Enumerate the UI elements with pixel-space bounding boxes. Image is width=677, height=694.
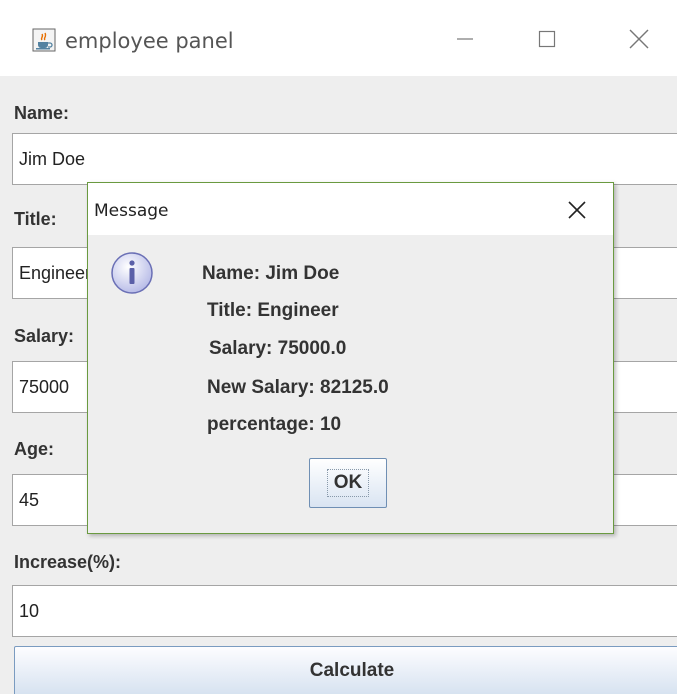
- message-line-new-salary: New Salary: 82125.0: [207, 377, 389, 398]
- window-titlebar[interactable]: employee panel: [0, 0, 677, 76]
- minimize-icon: [457, 38, 473, 40]
- title-label: Title:: [14, 209, 57, 229]
- close-button[interactable]: [619, 21, 659, 57]
- increase-label: Increase(%):: [14, 552, 122, 572]
- name-field[interactable]: Jim Doe: [12, 133, 677, 185]
- minimize-button[interactable]: [445, 21, 485, 57]
- calculate-button[interactable]: Calculate: [14, 646, 677, 694]
- maximize-button[interactable]: [527, 21, 567, 57]
- message-dialog: Message Name: Jim Doe Title: Engineer Sa…: [87, 182, 614, 534]
- close-icon: [629, 29, 649, 49]
- message-line-percentage: percentage: 10: [207, 414, 342, 435]
- message-line-name: Name: Jim Doe: [202, 263, 340, 284]
- increase-field[interactable]: 10: [12, 585, 677, 637]
- dialog-titlebar[interactable]: Message: [88, 183, 613, 235]
- java-cup-icon: [32, 28, 56, 52]
- window-title: employee panel: [65, 29, 234, 53]
- maximize-icon: [538, 30, 556, 48]
- message-line-salary: Salary: 75000.0: [209, 338, 347, 359]
- salary-label: Salary:: [14, 326, 75, 346]
- name-label: Name:: [14, 103, 70, 123]
- employee-panel-window: employee panel Name: Jim Doe Title: Engi…: [0, 0, 677, 694]
- dialog-title: Message: [94, 201, 169, 221]
- message-line-title: Title: Engineer: [207, 300, 339, 321]
- info-icon: [111, 252, 153, 294]
- ok-button-label: OK: [326, 469, 370, 497]
- age-label: Age:: [14, 439, 54, 459]
- dialog-close-button[interactable]: [562, 195, 592, 225]
- close-icon: [568, 201, 586, 219]
- ok-button[interactable]: OK: [309, 458, 387, 508]
